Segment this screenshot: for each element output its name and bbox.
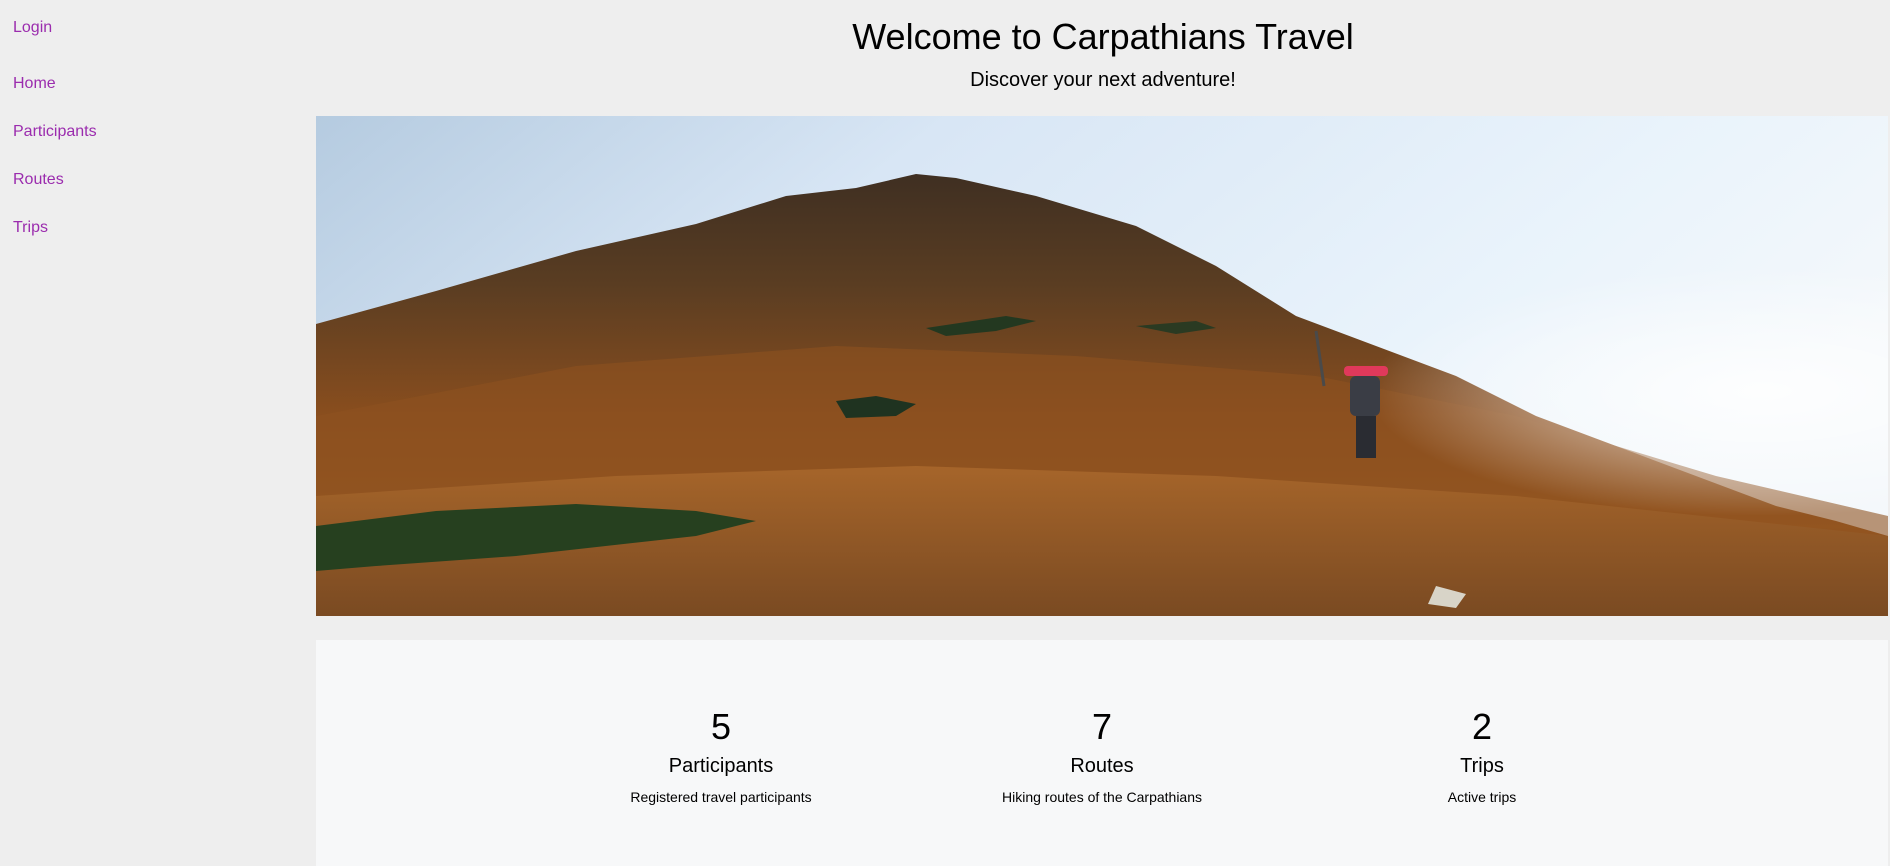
nav-link-home[interactable]: Home	[13, 74, 56, 94]
stat-trips: 2 Trips Active trips	[1332, 706, 1632, 806]
sidebar-nav: Login Home Participants Routes Trips	[0, 0, 316, 866]
main-content: Welcome to Carpathians Travel Discover y…	[316, 0, 1890, 866]
stat-value: 7	[1091, 706, 1113, 747]
stat-value: 2	[1471, 706, 1493, 747]
stat-value: 5	[710, 706, 732, 747]
page-title: Welcome to Carpathians Travel	[852, 16, 1354, 57]
stat-routes: 7 Routes Hiking routes of the Carpathian…	[952, 706, 1252, 806]
stats-section: 5 Participants Registered travel partici…	[316, 640, 1888, 866]
hero-mountain-image	[316, 116, 1888, 616]
stat-label: Participants	[668, 755, 774, 777]
page-subtitle: Discover your next adventure!	[970, 69, 1236, 91]
nav-link-trips[interactable]: Trips	[13, 218, 48, 238]
stat-label: Trips	[1460, 755, 1504, 777]
login-link[interactable]: Login	[13, 18, 52, 38]
stat-label: Routes	[1070, 755, 1134, 777]
nav-link-routes[interactable]: Routes	[13, 170, 64, 190]
stat-description: Registered travel participants	[630, 789, 812, 805]
nav-link-participants[interactable]: Participants	[13, 122, 97, 142]
stat-description: Active trips	[1447, 789, 1517, 805]
stat-participants: 5 Participants Registered travel partici…	[571, 706, 871, 806]
stat-description: Hiking routes of the Carpathians	[1002, 789, 1202, 805]
